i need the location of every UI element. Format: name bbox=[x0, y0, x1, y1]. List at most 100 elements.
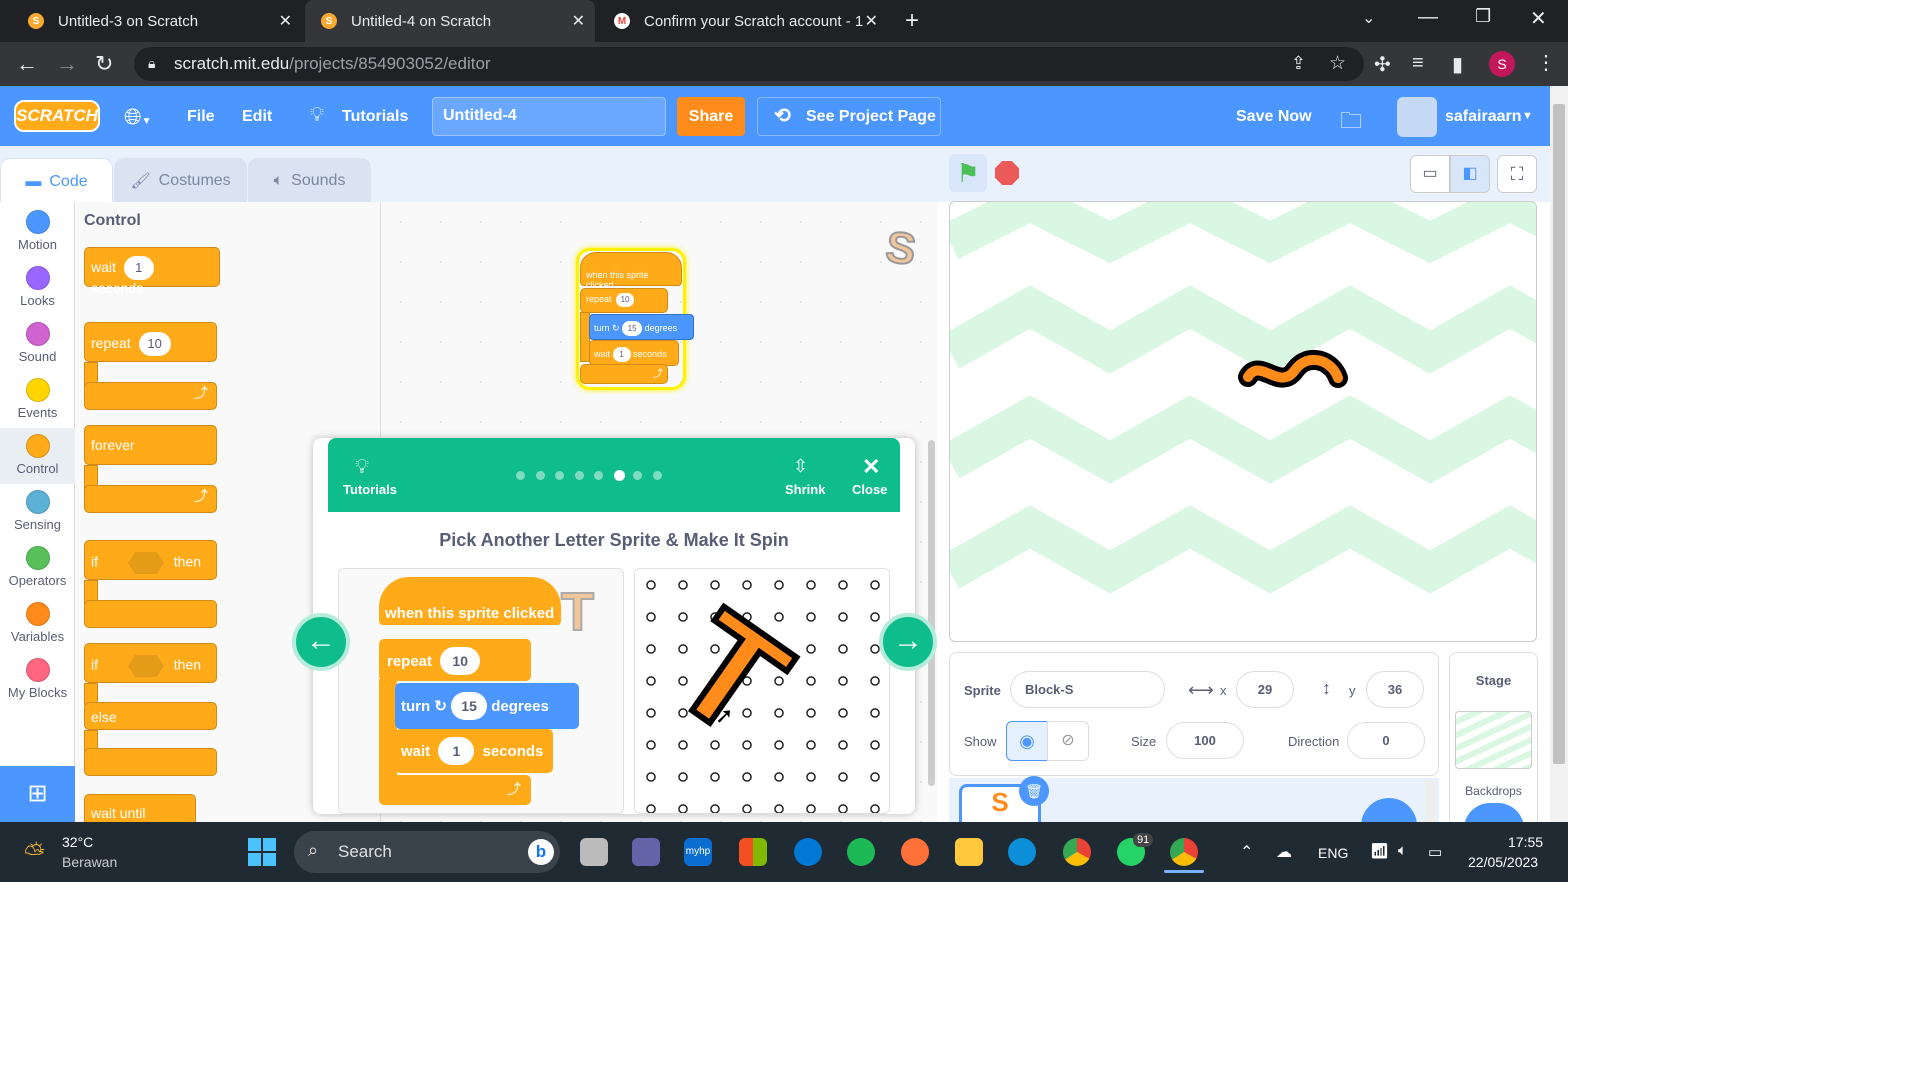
y-input[interactable]: 36 bbox=[1366, 671, 1424, 708]
username-label[interactable]: safairaarn bbox=[1445, 108, 1522, 126]
clock-time[interactable]: 17:55 bbox=[1508, 834, 1543, 850]
project-title-input[interactable]: Untitled-4 bbox=[432, 97, 666, 136]
extensions-icon[interactable]: ✣ bbox=[1374, 52, 1391, 77]
size-input[interactable]: 100 bbox=[1166, 722, 1244, 759]
wait-block[interactable]: wait 1 seconds bbox=[84, 247, 220, 296]
file-menu[interactable]: File bbox=[187, 108, 215, 126]
volume-icon[interactable]: 🔈︎ bbox=[1398, 842, 1407, 859]
language-indicator[interactable]: ENG bbox=[1318, 845, 1348, 861]
show-sprite-button[interactable]: ◉ bbox=[1006, 721, 1048, 761]
repeat-block[interactable]: repeat 10 bbox=[84, 322, 217, 362]
spotify-icon[interactable] bbox=[847, 838, 875, 866]
scratch-logo[interactable]: SCRATCH bbox=[14, 100, 100, 132]
onedrive-cloud-icon[interactable]: ☁︎ bbox=[1276, 842, 1292, 862]
next-step-button[interactable]: → bbox=[879, 613, 937, 671]
file-explorer-icon[interactable] bbox=[955, 838, 983, 866]
tab-code[interactable]: ▬ Code bbox=[0, 158, 113, 204]
step-dot[interactable] bbox=[516, 471, 525, 480]
shrink-button[interactable]: Shrink bbox=[785, 482, 825, 497]
close-tab-icon[interactable]: ✕ bbox=[864, 11, 878, 31]
wifi-icon[interactable]: 📶︎ bbox=[1370, 842, 1389, 860]
firefox-icon[interactable] bbox=[901, 838, 929, 866]
if-else-block[interactable]: if then bbox=[84, 643, 217, 683]
category-events[interactable]: Events bbox=[0, 372, 75, 428]
when-sprite-clicked-block[interactable]: when this sprite clicked bbox=[580, 252, 682, 290]
large-stage-button[interactable]: ◧ bbox=[1450, 155, 1490, 193]
side-panel-icon[interactable]: ▮ bbox=[1452, 52, 1463, 77]
repeat-input[interactable]: 10 bbox=[616, 293, 635, 307]
turn-right-block[interactable]: turn ↻ 15 degrees bbox=[589, 314, 694, 340]
close-button[interactable]: Close bbox=[852, 482, 887, 497]
sprite-list-scrollbar[interactable] bbox=[1425, 780, 1435, 824]
get-help-icon[interactable] bbox=[794, 838, 822, 866]
category-control[interactable]: Control bbox=[0, 428, 75, 484]
edge-icon[interactable] bbox=[1008, 838, 1036, 866]
close-tab-icon[interactable]: ✕ bbox=[572, 11, 585, 31]
tab-sounds[interactable]: 🔈︎ Sounds bbox=[248, 158, 371, 202]
back-icon[interactable]: ← bbox=[16, 51, 38, 77]
category-sound[interactable]: Sound bbox=[0, 316, 75, 372]
workspace-scrollbar[interactable] bbox=[928, 440, 935, 786]
forward-icon[interactable]: → bbox=[56, 51, 78, 77]
window-close-icon[interactable]: ✕ bbox=[1530, 6, 1547, 31]
share-page-icon[interactable]: ⇪ bbox=[1291, 53, 1306, 74]
stage-canvas[interactable] bbox=[949, 201, 1537, 642]
page-scrollbar[interactable] bbox=[1550, 86, 1568, 822]
browser-tab-active[interactable]: S Untitled-4 on Scratch ✕ bbox=[305, 0, 595, 42]
fullscreen-button[interactable]: ⛶ bbox=[1497, 155, 1537, 193]
condition-slot[interactable] bbox=[127, 552, 164, 574]
step-dot[interactable] bbox=[574, 471, 584, 480]
weather-temperature[interactable]: 32°C bbox=[62, 834, 93, 850]
category-motion[interactable]: Motion bbox=[0, 204, 75, 260]
bookmark-star-icon[interactable]: ☆ bbox=[1329, 52, 1346, 75]
user-avatar[interactable] bbox=[1397, 97, 1437, 137]
close-tab-icon[interactable]: ✕ bbox=[279, 11, 292, 31]
weather-description[interactable]: Berawan bbox=[62, 854, 117, 870]
battery-icon[interactable]: ▭ bbox=[1428, 843, 1442, 861]
repeat-block[interactable]: repeat 10 bbox=[580, 288, 668, 313]
category-operators[interactable]: Operators bbox=[0, 540, 75, 596]
minimize-icon[interactable]: — bbox=[1418, 6, 1438, 29]
delete-sprite-icon[interactable]: 🗑︎ bbox=[1019, 776, 1049, 806]
category-my-blocks[interactable]: My Blocks bbox=[0, 652, 75, 708]
step-dot[interactable] bbox=[633, 471, 642, 480]
windows-start-icon[interactable] bbox=[248, 838, 276, 866]
step-dot[interactable] bbox=[652, 471, 662, 480]
tab-costumes[interactable]: 🖌︎ Costumes bbox=[114, 158, 247, 202]
save-now-button[interactable]: Save Now bbox=[1236, 108, 1312, 126]
microsoft-store-icon[interactable] bbox=[739, 838, 767, 866]
myhp-icon[interactable]: myhp bbox=[684, 838, 712, 866]
account-dropdown-icon[interactable]: ▼ bbox=[1522, 110, 1533, 122]
my-stuff-folder-icon[interactable]: 🗀 bbox=[1340, 104, 1362, 142]
condition-slot[interactable] bbox=[127, 655, 164, 677]
taskbar-search-box[interactable]: ⌕ Search b bbox=[294, 831, 560, 873]
category-looks[interactable]: Looks bbox=[0, 260, 75, 316]
stage-target-panel[interactable]: Stage Backdrops bbox=[1449, 652, 1538, 829]
address-bar[interactable]: 🔒︎ scratch.mit.edu/projects/854903052/ed… bbox=[134, 47, 1364, 81]
teams-icon[interactable] bbox=[632, 838, 660, 866]
repeat-input[interactable]: 10 bbox=[138, 332, 171, 356]
browser-tab[interactable]: S Untitled-3 on Scratch ✕ bbox=[12, 0, 302, 42]
category-sensing[interactable]: Sensing bbox=[0, 484, 75, 540]
scroll-thumb[interactable] bbox=[1553, 104, 1565, 764]
turn-input[interactable]: 15 bbox=[622, 321, 643, 336]
clock-date[interactable]: 22/05/2023 bbox=[1468, 854, 1538, 870]
browser-tab[interactable]: M Confirm your Scratch account - 1 ✕ bbox=[598, 0, 888, 42]
restore-icon[interactable]: ❐ bbox=[1475, 6, 1491, 27]
step-dot[interactable] bbox=[535, 471, 545, 480]
chrome-menu-icon[interactable]: ⋮ bbox=[1536, 50, 1556, 75]
if-then-block[interactable]: if then bbox=[84, 540, 217, 580]
step-dot[interactable] bbox=[555, 471, 564, 480]
wait-input[interactable]: 1 bbox=[123, 256, 154, 280]
add-extension-button[interactable]: ⊞ bbox=[0, 766, 75, 822]
hide-sprite-button[interactable]: ⊘ bbox=[1047, 721, 1089, 761]
previous-step-button[interactable]: ← bbox=[292, 613, 350, 671]
wait-input[interactable]: 1 bbox=[612, 347, 631, 362]
sprite-name-input[interactable]: Block-S bbox=[1010, 671, 1165, 708]
tab-search-chevron-icon[interactable]: ⌄ bbox=[1362, 8, 1375, 28]
chevron-up-icon[interactable]: ⌃ bbox=[1240, 842, 1253, 862]
chrome-icon[interactable] bbox=[1170, 838, 1198, 866]
small-stage-button[interactable]: ▭ bbox=[1410, 155, 1450, 193]
wait-block[interactable]: wait 1 seconds bbox=[589, 340, 679, 366]
new-tab-icon[interactable]: + bbox=[905, 7, 919, 35]
